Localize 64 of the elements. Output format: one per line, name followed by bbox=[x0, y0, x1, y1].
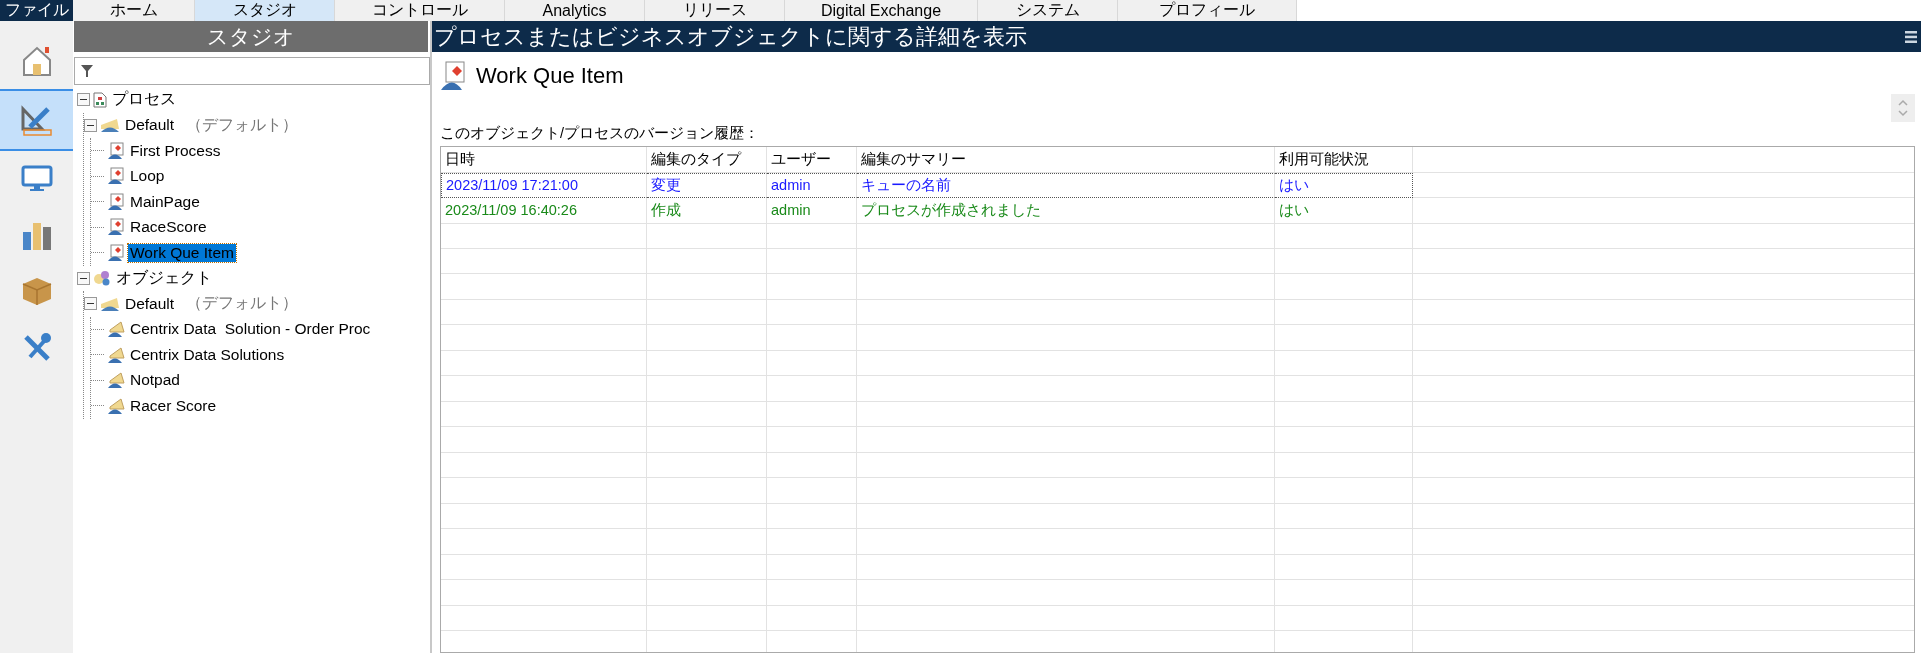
tree-item-note: （デフォルト） bbox=[186, 293, 299, 314]
collapse-toggle-icon[interactable] bbox=[77, 271, 90, 285]
process-icon bbox=[107, 218, 125, 237]
menu-tab[interactable]: プロフィール bbox=[1118, 0, 1297, 21]
package-icon bbox=[21, 276, 52, 306]
tree-item[interactable]: MainPage bbox=[128, 192, 202, 211]
item-title: Work Que Item bbox=[476, 63, 624, 89]
menu-tab[interactable]: スタジオ bbox=[195, 0, 335, 21]
table-cell: プロセスが作成されました bbox=[857, 198, 1275, 224]
collapse-toggle-icon[interactable] bbox=[84, 118, 97, 132]
tree-item[interactable]: Default bbox=[123, 294, 177, 313]
table-cell: 作成 bbox=[647, 198, 767, 224]
table-cell: admin bbox=[767, 198, 857, 224]
tree-item[interactable]: Work Que Item bbox=[128, 243, 236, 262]
collapse-toggle-icon[interactable] bbox=[77, 93, 90, 107]
history-label: このオブジェクト/プロセスのバージョン履歴： bbox=[439, 124, 761, 143]
tree-item[interactable]: Notpad bbox=[128, 371, 182, 390]
column-header[interactable]: 編集のサマリー bbox=[857, 147, 1275, 173]
menu-tab[interactable]: システム bbox=[978, 0, 1118, 21]
table-cell: はい bbox=[1275, 198, 1413, 224]
tree-item[interactable]: RaceScore bbox=[128, 218, 209, 237]
folder-icon bbox=[100, 295, 120, 312]
detail-header: プロセスまたはビジネスオブジェクトに関する詳細を表示 bbox=[434, 22, 1027, 51]
process-icon bbox=[440, 61, 468, 91]
ruler-pencil-icon bbox=[19, 103, 54, 137]
tree-item[interactable]: Default bbox=[123, 116, 177, 135]
column-header[interactable]: ユーザー bbox=[767, 147, 857, 173]
object-group-icon bbox=[93, 270, 111, 287]
file-menu[interactable]: ファイル bbox=[0, 0, 73, 21]
menu-tab[interactable]: Analytics bbox=[505, 0, 645, 21]
tree-item[interactable]: オブジェクト bbox=[114, 267, 214, 289]
menu-tab[interactable]: Digital Exchange bbox=[785, 0, 978, 21]
object-icon bbox=[107, 371, 125, 390]
tree-item[interactable]: Loop bbox=[128, 167, 167, 186]
menu-tab[interactable]: コントロール bbox=[335, 0, 505, 21]
process-icon bbox=[107, 243, 125, 262]
process-icon bbox=[107, 192, 125, 211]
bar-chart-icon bbox=[21, 220, 52, 250]
column-header[interactable]: 利用可能状況 bbox=[1275, 147, 1413, 173]
panel-title: スタジオ bbox=[74, 21, 428, 52]
menu-icon[interactable] bbox=[1905, 30, 1917, 43]
object-icon bbox=[107, 396, 125, 415]
tree-item[interactable]: Racer Score bbox=[128, 396, 219, 415]
object-icon bbox=[107, 320, 125, 339]
process-icon bbox=[107, 167, 125, 186]
monitor-icon bbox=[20, 165, 53, 193]
collapse-toggle-icon[interactable] bbox=[84, 297, 97, 311]
filter-icon bbox=[81, 65, 93, 77]
tree-item[interactable]: First Process bbox=[128, 141, 223, 160]
object-icon bbox=[107, 345, 125, 364]
tree-item[interactable]: Centrix Data Solution - Order Proc bbox=[128, 320, 373, 339]
column-header[interactable]: 編集のタイプ bbox=[647, 147, 767, 173]
folder-icon bbox=[100, 117, 120, 134]
table-cell: 2023/11/09 16:40:26 bbox=[441, 198, 647, 224]
process-icon bbox=[107, 141, 125, 160]
column-header[interactable]: 日時 bbox=[441, 147, 647, 173]
tree-item[interactable]: プロセス bbox=[110, 89, 178, 111]
tree-item[interactable]: Centrix Data Solutions bbox=[128, 345, 287, 364]
process-group-icon bbox=[93, 91, 107, 108]
tree-item-note: （デフォルト） bbox=[186, 114, 299, 135]
menu-tab[interactable]: リリース bbox=[645, 0, 785, 21]
rail-button[interactable] bbox=[0, 89, 73, 151]
filter-field[interactable] bbox=[74, 57, 430, 85]
menu-tab[interactable]: ホーム bbox=[73, 0, 195, 21]
